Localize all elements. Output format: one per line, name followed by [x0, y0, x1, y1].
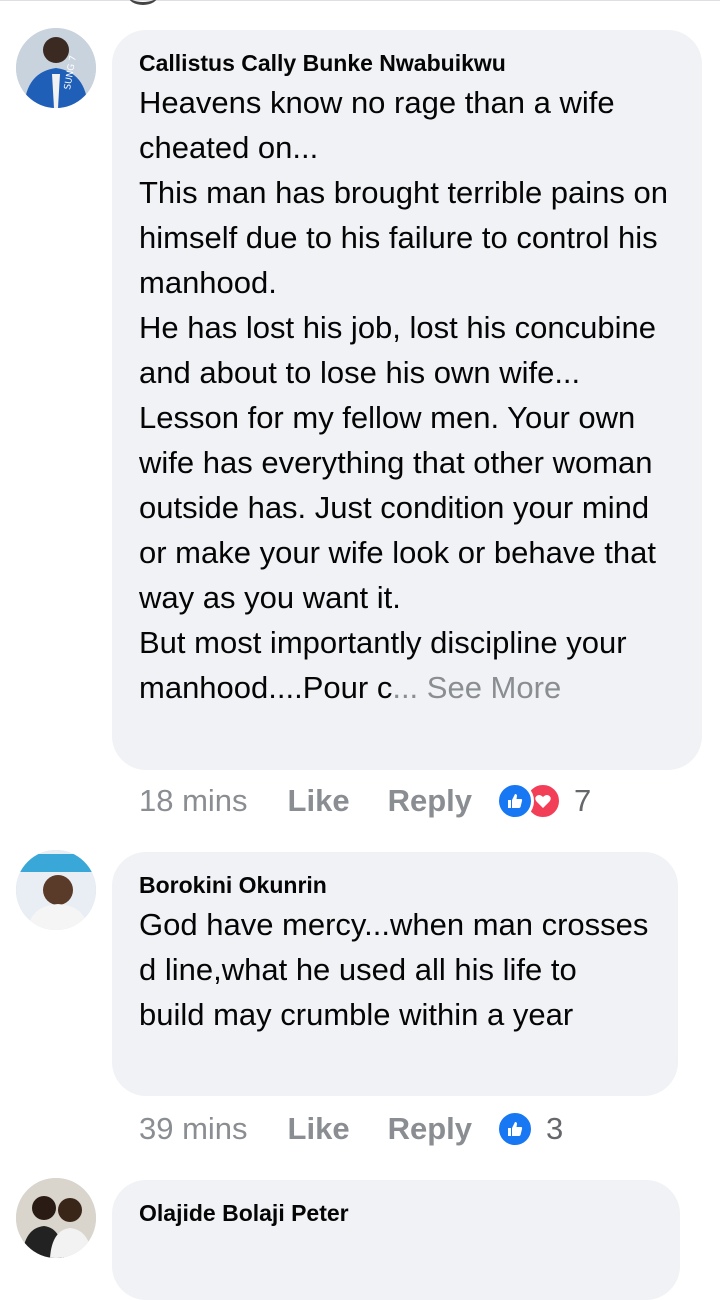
- like-button[interactable]: Like: [288, 1111, 350, 1147]
- reply-button[interactable]: Reply: [388, 1111, 472, 1147]
- comment-text: God have mercy...when man crosses d line…: [139, 907, 649, 1032]
- reaction-count: 7: [574, 783, 592, 818]
- comment-actions: 18 mins Like Reply 7: [139, 782, 591, 820]
- previous-comment-edge: [128, 0, 158, 5]
- comment-text: Heavens know no rage than a wife cheated…: [139, 80, 674, 710]
- reply-button[interactable]: Reply: [388, 783, 472, 819]
- like-icon: [496, 1110, 534, 1148]
- comment-actions: 39 mins Like Reply 3: [139, 1110, 563, 1148]
- reaction-summary[interactable]: 7: [496, 782, 591, 820]
- comment-timestamp[interactable]: 18 mins: [139, 783, 248, 819]
- comment-text-content: Heavens know no rage than a wife cheated…: [139, 85, 669, 705]
- divider-top: [0, 0, 720, 1]
- comment-bubble: Callistus Cally Bunke Nwabuikwu Heavens …: [112, 30, 702, 770]
- like-button[interactable]: Like: [288, 783, 350, 819]
- avatar-photo-icon: [16, 1178, 96, 1258]
- comment-author[interactable]: Callistus Cally Bunke Nwabuikwu: [139, 48, 674, 78]
- comment-timestamp[interactable]: 39 mins: [139, 1111, 248, 1147]
- see-more-link[interactable]: ... See More: [392, 670, 561, 705]
- avatar[interactable]: SUNG 7: [16, 28, 96, 108]
- comment-author[interactable]: Olajide Bolaji Peter: [139, 1198, 652, 1228]
- like-icon: [496, 782, 534, 820]
- comment-bubble: Olajide Bolaji Peter: [112, 1180, 680, 1300]
- avatar[interactable]: [16, 1178, 96, 1258]
- reaction-count: 3: [546, 1111, 564, 1146]
- avatar[interactable]: [16, 850, 96, 930]
- comment-author[interactable]: Borokini Okunrin: [139, 870, 650, 900]
- reaction-summary[interactable]: 3: [496, 1110, 563, 1148]
- comment-bubble: Borokini Okunrin God have mercy...when m…: [112, 852, 678, 1096]
- avatar-photo-icon: [16, 850, 96, 930]
- avatar-photo-icon: SUNG 7: [16, 28, 96, 108]
